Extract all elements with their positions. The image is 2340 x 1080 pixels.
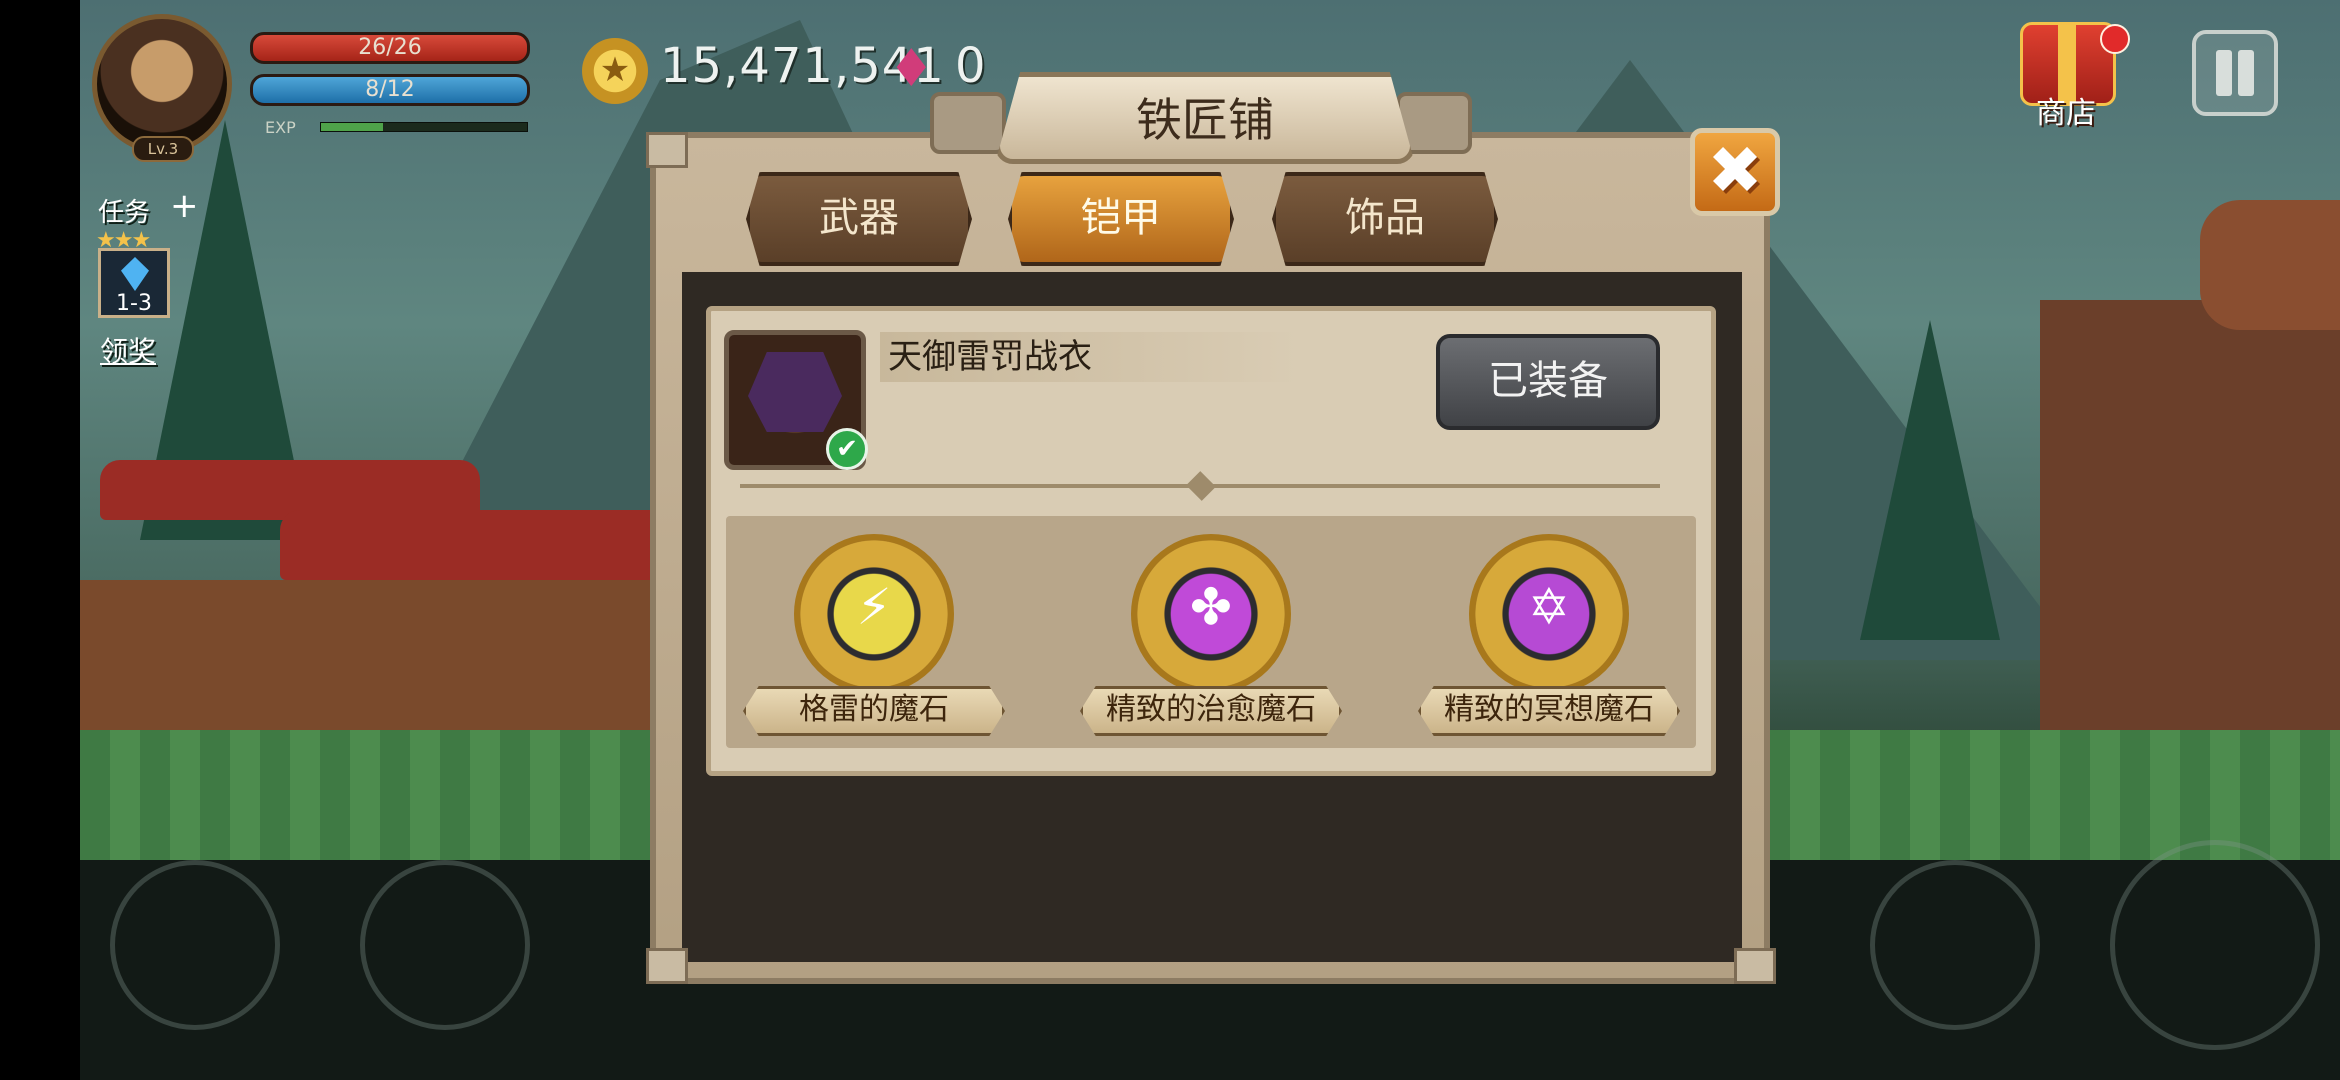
clover-glyph: ✤ xyxy=(1190,578,1232,636)
pause-button[interactable] xyxy=(2192,30,2278,116)
stone-label-grey: 格雷的魔石 xyxy=(743,686,1005,736)
barrel xyxy=(2200,200,2340,330)
quest-title: 任务 xyxy=(98,198,151,228)
exp-bar xyxy=(320,122,528,132)
stall-awning xyxy=(280,510,680,580)
skill-control[interactable] xyxy=(1870,860,2040,1030)
stall-counter xyxy=(80,580,680,730)
panel-corner xyxy=(646,948,688,984)
stone-label-meditation: 精致的冥想魔石 xyxy=(1418,686,1680,736)
check-icon: ✔ xyxy=(826,428,868,470)
item-name: 天御雷罚战衣 xyxy=(880,332,1300,382)
attack-control[interactable] xyxy=(2110,840,2320,1050)
notification-dot xyxy=(2100,24,2130,54)
hp-bar: 26/26 xyxy=(250,32,530,64)
shop-label[interactable]: 商店 xyxy=(2036,88,2096,132)
gem-icon: ♦ xyxy=(888,39,935,99)
thunder-glyph: ⚡ xyxy=(856,578,892,636)
shop-building xyxy=(2040,300,2340,730)
panel-corner xyxy=(646,132,688,168)
stone-label-healing: 精致的治愈魔石 xyxy=(1080,686,1342,736)
panel-title: 铁匠铺 xyxy=(1136,93,1274,147)
tab-accessory[interactable]: 饰品 xyxy=(1272,172,1498,266)
star-glyph: ✡ xyxy=(1528,578,1570,636)
quest-add-icon[interactable]: + xyxy=(170,186,199,226)
close-button[interactable]: ✖ xyxy=(1690,128,1780,216)
quest-stage: 1-3 xyxy=(116,291,152,316)
quest-card[interactable]: 1-3 xyxy=(98,248,170,318)
armor-icon xyxy=(748,352,842,432)
gem-count: 0 xyxy=(955,38,986,94)
equipped-button[interactable]: 已装备 xyxy=(1436,334,1660,430)
move-left-control[interactable] xyxy=(110,860,280,1030)
pause-icon xyxy=(2216,50,2232,96)
move-right-control[interactable] xyxy=(360,860,530,1030)
pause-icon xyxy=(2238,50,2254,96)
exp-fill xyxy=(321,123,383,131)
player-level: Lv.3 xyxy=(132,136,194,162)
claim-reward-link[interactable]: 领奖 xyxy=(100,330,156,370)
tab-weapon[interactable]: 武器 xyxy=(746,172,972,266)
mp-bar: 8/12 xyxy=(250,74,530,106)
tab-armor[interactable]: 铠甲 xyxy=(1008,172,1234,266)
exp-label: EXP xyxy=(265,118,296,137)
coin-icon: ★ xyxy=(582,38,648,104)
crystal-icon xyxy=(121,257,149,291)
player-avatar[interactable] xyxy=(92,14,232,154)
panel-corner xyxy=(1734,948,1776,984)
